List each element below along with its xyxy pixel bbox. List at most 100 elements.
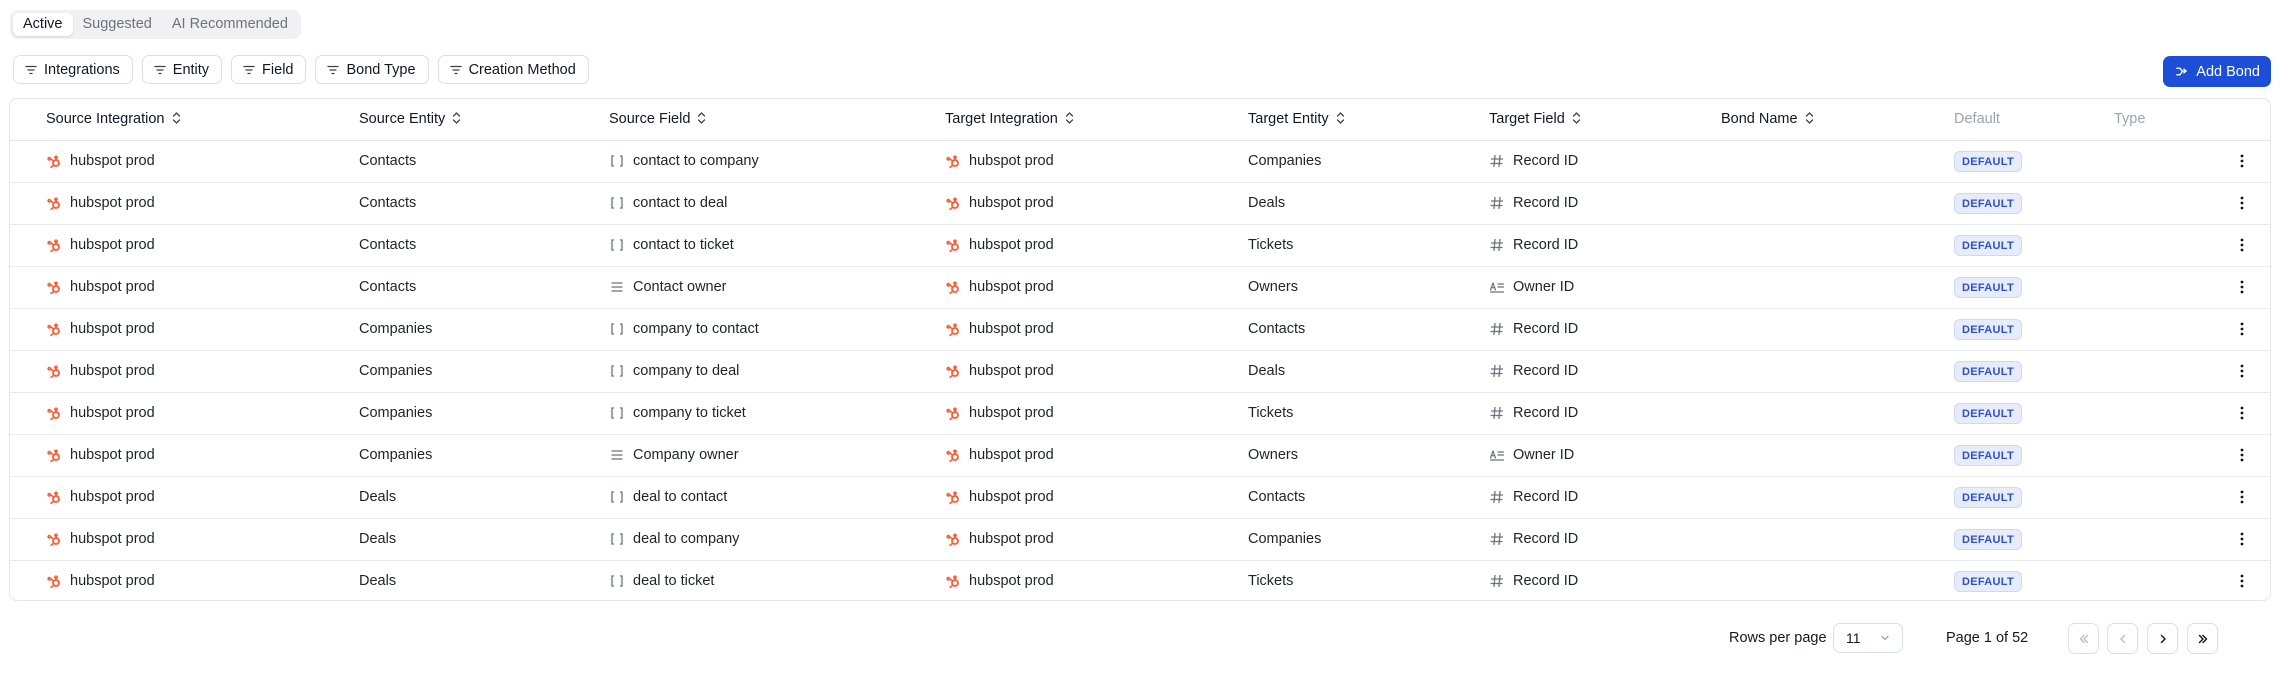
- rows-per-page-value: 11: [1846, 630, 1861, 646]
- more-vertical-icon: [2240, 238, 2244, 252]
- more-vertical-icon: [2240, 154, 2244, 168]
- row-actions-button[interactable]: [2212, 364, 2270, 378]
- target-integration-cell: hubspot prod: [969, 573, 1054, 590]
- table-row[interactable]: hubspot prod Contacts contact to deal hu…: [10, 182, 2270, 225]
- tab-ai-recommended[interactable]: AI Recommended: [162, 13, 298, 36]
- hubspot-icon: [46, 321, 62, 337]
- hash-icon: [1489, 405, 1505, 421]
- default-badge: DEFAULT: [1954, 192, 2023, 214]
- table-row[interactable]: hubspot prod Contacts contact to ticket …: [10, 224, 2270, 267]
- hubspot-icon: [46, 237, 62, 253]
- hubspot-icon: [945, 237, 961, 253]
- table-row[interactable]: hubspot prod Companies company to deal h…: [10, 350, 2270, 393]
- row-actions-button[interactable]: [2212, 238, 2270, 252]
- filter-bond-type-label: Bond Type: [346, 61, 416, 78]
- default-badge: DEFAULT: [1954, 528, 2023, 550]
- table-row[interactable]: hubspot prod Contacts Contact owner hubs…: [10, 266, 2270, 309]
- tab-active[interactable]: Active: [13, 13, 73, 36]
- filter-bond-type-button[interactable]: Bond Type: [315, 55, 429, 84]
- source-entity-cell: Companies: [359, 350, 609, 393]
- row-actions-button[interactable]: [2212, 154, 2270, 168]
- target-integration-cell: hubspot prod: [969, 405, 1054, 421]
- rows-per-page-select[interactable]: 11: [1833, 623, 1903, 653]
- more-vertical-icon: [2240, 574, 2244, 588]
- hubspot-icon: [945, 279, 961, 295]
- text-field-icon: [1489, 447, 1505, 463]
- header-source-integration[interactable]: Source Integration: [46, 99, 359, 141]
- target-integration-cell: hubspot prod: [969, 321, 1054, 337]
- filter-bar: Integrations Entity Field Bond Type Crea…: [13, 55, 589, 84]
- row-actions-button[interactable]: [2212, 322, 2270, 336]
- source-field-cell: contact to ticket: [633, 237, 734, 253]
- filter-entity-button[interactable]: Entity: [141, 55, 223, 84]
- default-badge: DEFAULT: [1954, 360, 2023, 382]
- target-field-cell: Owner ID: [1513, 279, 1575, 295]
- type-cell: [2114, 140, 2212, 183]
- table-row[interactable]: hubspot prod Companies company to ticket…: [10, 392, 2270, 435]
- first-page-button[interactable]: [2068, 623, 2099, 654]
- add-bond-button[interactable]: Add Bond: [2163, 56, 2271, 87]
- default-badge: DEFAULT: [1954, 570, 2023, 592]
- target-field-cell: Record ID: [1513, 489, 1579, 505]
- header-target-entity[interactable]: Target Entity: [1248, 99, 1489, 141]
- header-source-entity[interactable]: Source Entity: [359, 99, 609, 141]
- default-badge: DEFAULT: [1954, 318, 2023, 340]
- last-page-button[interactable]: [2187, 623, 2218, 654]
- rows-per-page-label: Rows per page: [1729, 630, 1827, 646]
- bond-name-cell: [1721, 308, 1954, 351]
- hubspot-icon: [46, 153, 62, 169]
- type-cell: [2114, 224, 2212, 267]
- table-row[interactable]: hubspot prod Companies Company owner hub…: [10, 434, 2270, 477]
- filter-field-button[interactable]: Field: [231, 55, 307, 84]
- page-indicator: Page 1 of 52: [1946, 630, 2029, 646]
- tab-suggested[interactable]: Suggested: [73, 13, 162, 36]
- target-field-cell: Record ID: [1513, 321, 1579, 337]
- hubspot-icon: [46, 531, 62, 547]
- brackets-icon: [609, 363, 625, 379]
- hubspot-icon: [46, 405, 62, 421]
- row-actions-button[interactable]: [2212, 406, 2270, 420]
- hubspot-icon: [46, 573, 62, 589]
- target-field-cell: Record ID: [1513, 363, 1579, 379]
- filter-creation-method-button[interactable]: Creation Method: [437, 55, 589, 84]
- add-bond-label: Add Bond: [2196, 63, 2260, 80]
- row-actions-button[interactable]: [2212, 574, 2270, 588]
- table-row[interactable]: hubspot prod Deals deal to contact hubsp…: [10, 476, 2270, 519]
- header-target-integration[interactable]: Target Integration: [945, 99, 1248, 141]
- row-actions-button[interactable]: [2212, 448, 2270, 462]
- filter-icon: [25, 65, 37, 74]
- hubspot-icon: [46, 489, 62, 505]
- row-actions-button[interactable]: [2212, 490, 2270, 504]
- type-cell: [2114, 434, 2212, 477]
- hubspot-icon: [945, 405, 961, 421]
- row-actions-button[interactable]: [2212, 196, 2270, 210]
- header-target-field[interactable]: Target Field: [1489, 99, 1721, 141]
- target-entity-cell: Deals: [1248, 182, 1489, 225]
- row-actions-button[interactable]: [2212, 280, 2270, 294]
- table-row[interactable]: hubspot prod Deals deal to company hubsp…: [10, 518, 2270, 561]
- target-entity-cell: Owners: [1248, 266, 1489, 309]
- brackets-icon: [609, 237, 625, 253]
- target-entity-cell: Tickets: [1248, 573, 1294, 590]
- table-row[interactable]: hubspot prod Deals deal to ticket hubspo…: [10, 560, 2270, 600]
- source-field-cell: company to deal: [633, 363, 740, 379]
- chevron-right-icon: [2160, 634, 2166, 643]
- target-field-cell: Record ID: [1513, 405, 1579, 421]
- target-entity-cell: Tickets: [1248, 224, 1489, 267]
- sort-icon: [698, 112, 706, 125]
- previous-page-button[interactable]: [2107, 623, 2138, 654]
- filter-icon: [243, 65, 255, 74]
- target-entity-cell: Owners: [1248, 434, 1489, 477]
- hubspot-icon: [46, 195, 62, 211]
- table-row[interactable]: hubspot prod Companies company to contac…: [10, 308, 2270, 351]
- header-source-field[interactable]: Source Field: [609, 99, 945, 141]
- filter-integrations-button[interactable]: Integrations: [13, 55, 133, 84]
- hash-icon: [1489, 321, 1505, 337]
- header-bond-name[interactable]: Bond Name: [1721, 99, 1954, 141]
- target-field-cell: Record ID: [1513, 237, 1579, 253]
- hubspot-icon: [945, 447, 961, 463]
- next-page-button[interactable]: [2147, 623, 2178, 654]
- row-actions-button[interactable]: [2212, 532, 2270, 546]
- hubspot-icon: [945, 363, 961, 379]
- table-row[interactable]: hubspot prod Contacts contact to company…: [10, 140, 2270, 183]
